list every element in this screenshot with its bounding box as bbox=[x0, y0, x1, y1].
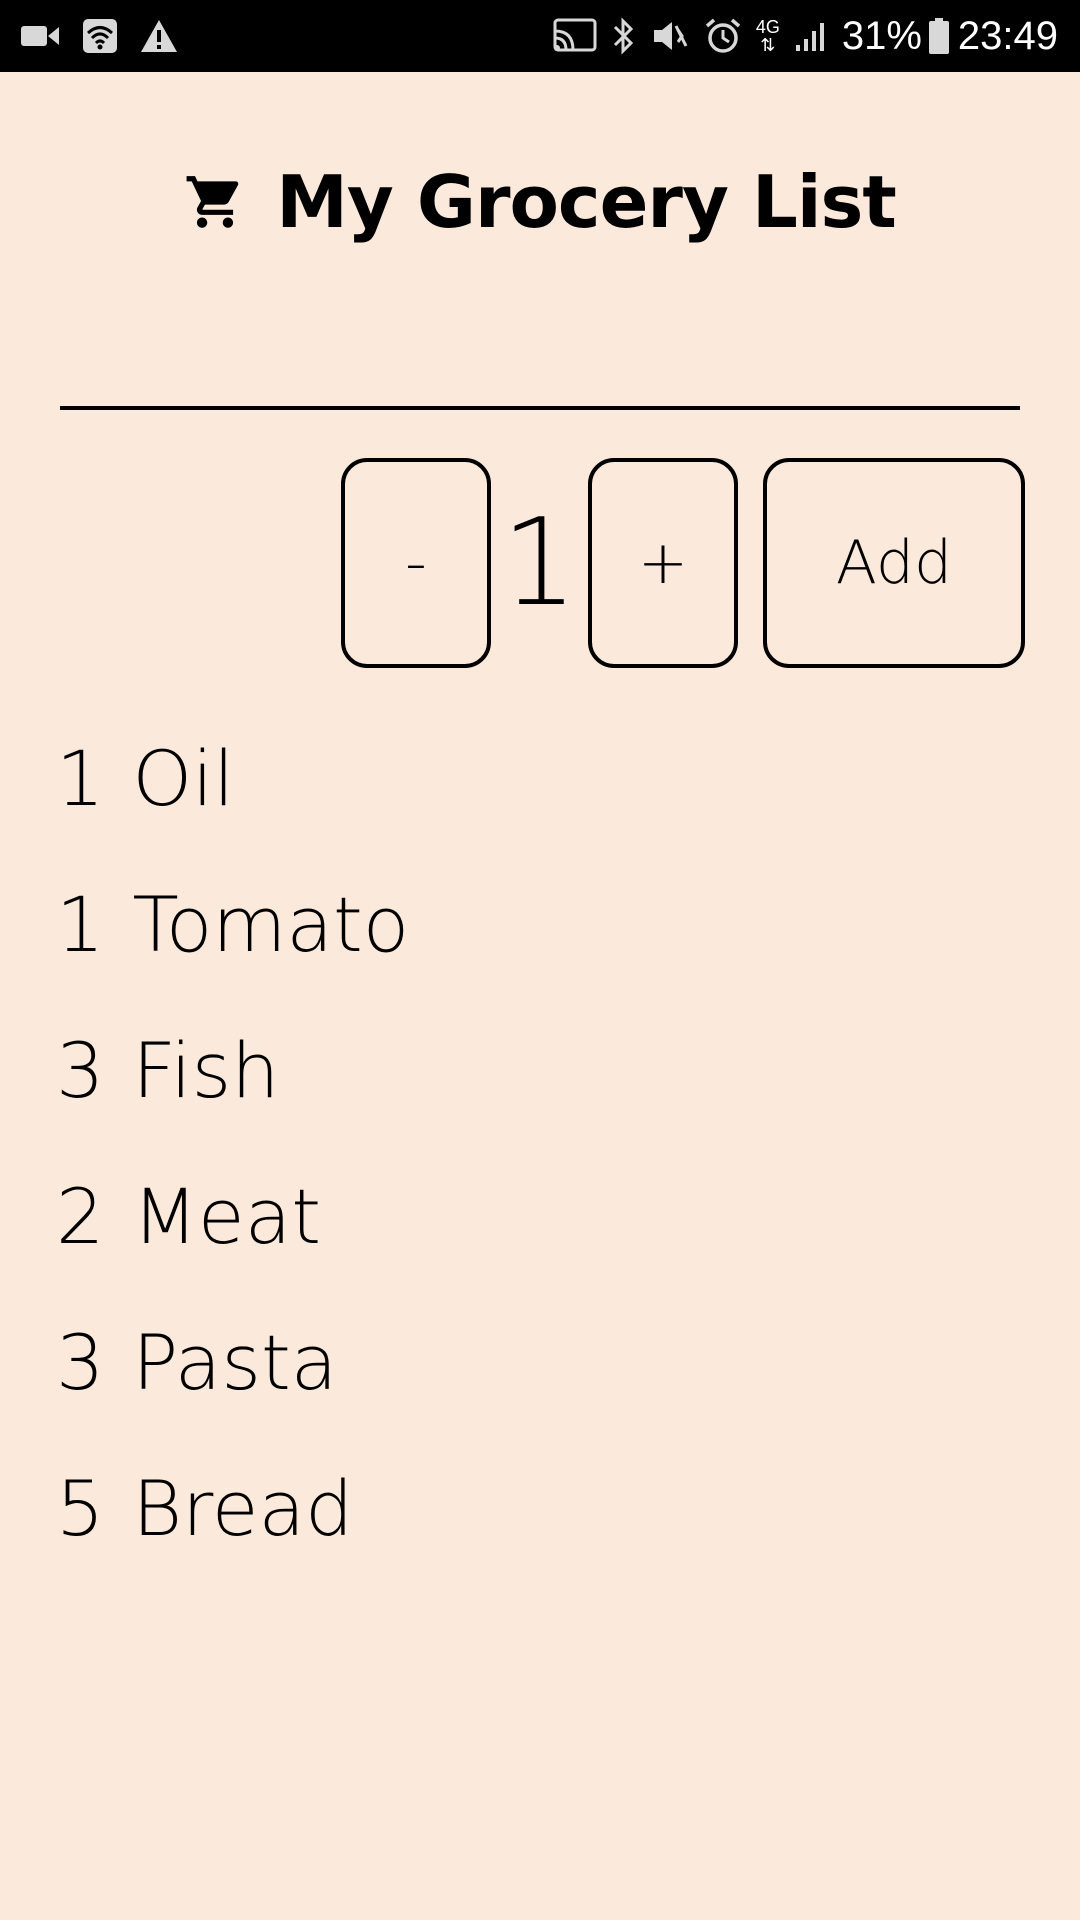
list-item-name: Fish bbox=[132, 1025, 280, 1115]
status-bar-left bbox=[20, 18, 200, 54]
clock: 23:49 bbox=[957, 13, 1058, 58]
status-bar: 4G ⇅ 31% 23:49 bbox=[0, 0, 1080, 72]
add-button[interactable]: Add bbox=[763, 458, 1025, 668]
list-item-name: Pasta bbox=[132, 1317, 338, 1407]
list-item-quantity: 2 bbox=[56, 1171, 105, 1261]
header: My Grocery List bbox=[0, 160, 1080, 244]
list-item-quantity: 3 bbox=[56, 1317, 105, 1407]
warning-icon bbox=[140, 19, 178, 53]
bluetooth-icon bbox=[612, 17, 636, 55]
alarm-icon bbox=[704, 17, 742, 55]
item-name-input[interactable] bbox=[60, 260, 1020, 410]
list-item[interactable]: 3 Fish bbox=[56, 997, 1016, 1143]
decrement-button[interactable]: - bbox=[341, 458, 491, 668]
list-item-name: Oil bbox=[132, 733, 235, 823]
mute-vibrate-icon bbox=[650, 18, 690, 54]
data-arrows-icon: ⇅ bbox=[760, 35, 776, 55]
list-item-quantity: 1 bbox=[56, 879, 105, 969]
list-item[interactable]: 2 Meat bbox=[56, 1143, 1016, 1289]
list-item-name: Meat bbox=[132, 1171, 322, 1261]
quantity-value: 1 bbox=[501, 493, 578, 633]
wifi-icon bbox=[82, 18, 118, 54]
status-bar-right: 4G ⇅ 31% 23:49 bbox=[538, 14, 1058, 59]
grocery-list: 1 Oil 1 Tomato 3 Fish 2 Meat 3 Pasta 5 B… bbox=[56, 705, 1016, 1581]
cast-icon bbox=[552, 18, 598, 54]
list-item-quantity: 5 bbox=[56, 1463, 105, 1553]
signal-icon bbox=[794, 19, 828, 53]
increment-button[interactable]: + bbox=[588, 458, 738, 668]
list-item[interactable]: 1 Oil bbox=[56, 705, 1016, 851]
network-type-indicator: 4G ⇅ bbox=[756, 18, 780, 54]
network-type-label: 4G bbox=[755, 17, 780, 37]
list-item[interactable]: 5 Bread bbox=[56, 1435, 1016, 1581]
list-item[interactable]: 3 Pasta bbox=[56, 1289, 1016, 1435]
list-item-name: Bread bbox=[132, 1463, 354, 1553]
list-item-quantity: 1 bbox=[56, 733, 105, 823]
video-camera-icon bbox=[20, 23, 60, 49]
page-title: My Grocery List bbox=[276, 160, 897, 244]
battery-icon bbox=[928, 17, 950, 55]
list-item-quantity: 3 bbox=[56, 1025, 105, 1115]
battery-percent: 31% bbox=[841, 13, 922, 58]
shopping-cart-icon bbox=[184, 171, 246, 233]
list-item[interactable]: 1 Tomato bbox=[56, 851, 1016, 997]
list-item-name: Tomato bbox=[132, 879, 410, 969]
